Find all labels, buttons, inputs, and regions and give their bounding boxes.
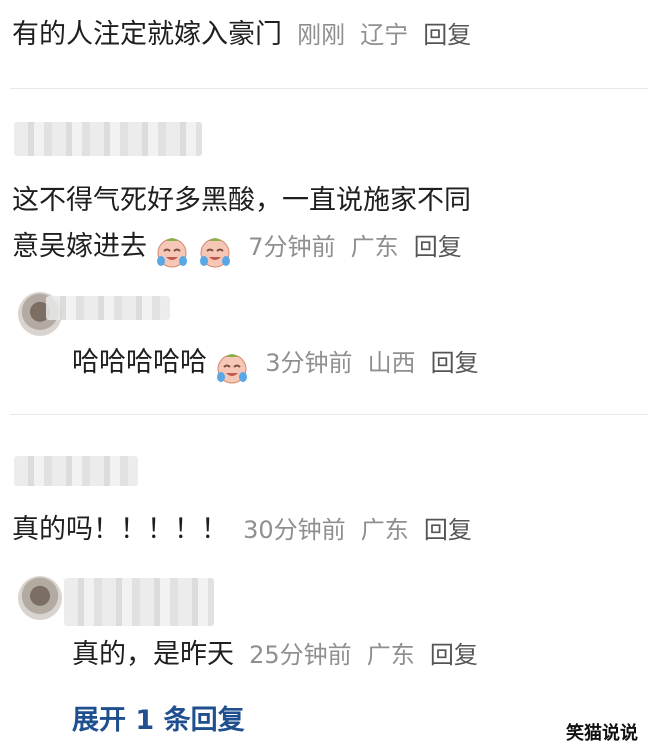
comment-text: 有的人注定就嫁入豪门 bbox=[12, 19, 282, 50]
comment-text-line-1: 这不得气死好多黑酸，一直说施家不同 bbox=[12, 185, 471, 216]
reply-row: 哈哈哈哈哈 3分钟前 山西 回复 bbox=[72, 340, 479, 385]
comment-text-line-2: 意吴嫁进去 bbox=[12, 231, 147, 262]
divider bbox=[10, 414, 648, 415]
reply-time: 3分钟前 bbox=[265, 349, 353, 377]
blurred-username bbox=[14, 456, 138, 486]
crying-laughing-icon bbox=[214, 349, 250, 385]
comment-time: 30分钟前 bbox=[243, 516, 346, 544]
comment-row: 意吴嫁进去 7分钟前 广东 回复 bbox=[12, 224, 462, 269]
comment-row: 真的吗！！！！！ 30分钟前 广东 回复 bbox=[12, 507, 472, 546]
watermark: 笑猫说说 bbox=[566, 723, 638, 744]
blurred-username bbox=[14, 122, 202, 156]
reply-button[interactable]: 回复 bbox=[414, 233, 462, 261]
comment-location: 广东 bbox=[350, 233, 399, 261]
blurred-username bbox=[64, 578, 214, 626]
reply-button[interactable]: 回复 bbox=[430, 641, 478, 669]
comment-time: 刚刚 bbox=[297, 21, 346, 49]
expand-replies-link[interactable]: 展开 1 条回复 bbox=[72, 698, 245, 737]
reply-location: 山西 bbox=[367, 349, 416, 377]
reply-button[interactable]: 回复 bbox=[431, 349, 479, 377]
comment-time: 7分钟前 bbox=[248, 233, 336, 261]
divider bbox=[10, 88, 648, 89]
reply-button[interactable]: 回复 bbox=[423, 21, 471, 49]
reply-location: 广东 bbox=[366, 641, 415, 669]
reply-text: 哈哈哈哈哈 bbox=[72, 347, 207, 378]
reply-text: 真的，是昨天 bbox=[72, 639, 234, 670]
reply-time: 25分钟前 bbox=[249, 641, 352, 669]
comment-text: 真的吗！！！！！ bbox=[12, 514, 228, 545]
comment-row: 有的人注定就嫁入豪门 刚刚 辽宁 回复 bbox=[12, 12, 471, 51]
avatar[interactable] bbox=[18, 576, 62, 620]
reply-row: 真的，是昨天 25分钟前 广东 回复 bbox=[72, 632, 478, 671]
crying-laughing-icon bbox=[154, 233, 190, 269]
reply-button[interactable]: 回复 bbox=[424, 516, 472, 544]
comment-location: 广东 bbox=[360, 516, 409, 544]
blurred-username bbox=[46, 296, 170, 320]
comment-location: 辽宁 bbox=[360, 21, 409, 49]
crying-laughing-icon bbox=[197, 233, 233, 269]
